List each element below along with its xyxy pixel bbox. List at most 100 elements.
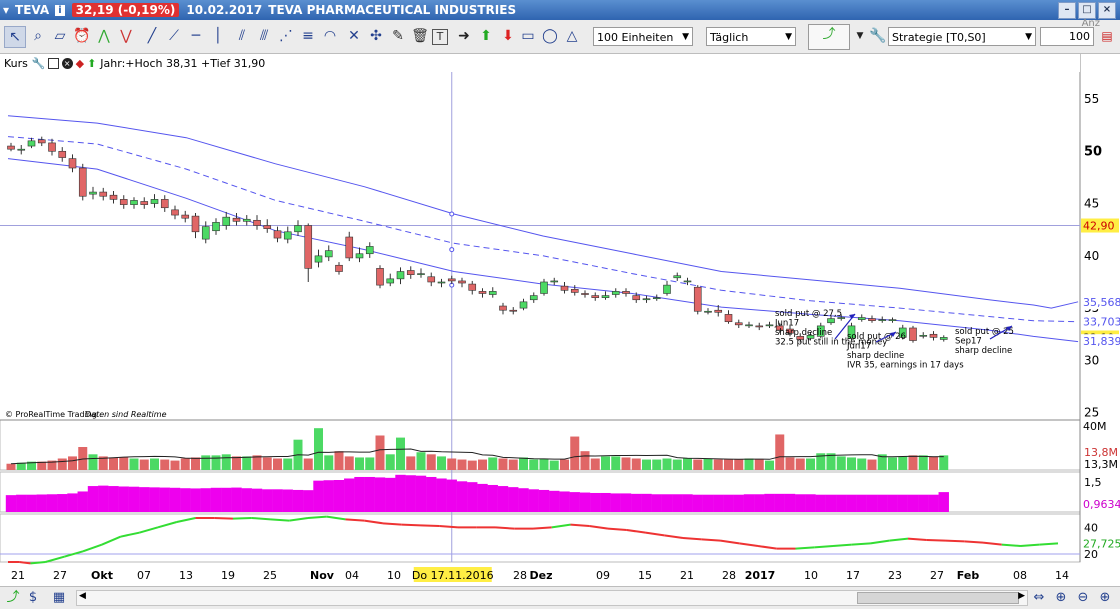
- candle: [17, 148, 26, 151]
- strategy-select[interactable]: Strategie [T0,S0] ▼: [888, 27, 1036, 46]
- scroll-left-icon[interactable]: ◀: [79, 591, 86, 601]
- order-icon[interactable]: ▤: [1097, 26, 1117, 46]
- fibonacci-icon[interactable]: ≡: [298, 26, 318, 46]
- ray-icon[interactable]: ⟋: [164, 26, 184, 46]
- chevron-down-icon[interactable]: ▾: [3, 3, 9, 17]
- units-select[interactable]: 100 Einheiten ▼: [593, 27, 693, 46]
- candle: [324, 250, 333, 258]
- close-icon[interactable]: ×: [61, 57, 73, 69]
- zoom-icon[interactable]: ⌕: [28, 26, 48, 46]
- volume-bar: [252, 455, 262, 470]
- zoom-fit-icon[interactable]: ⊕: [1052, 589, 1070, 607]
- candle: [437, 281, 446, 284]
- vertical-line-icon[interactable]: │: [208, 26, 228, 46]
- y-tick-label: 40: [1084, 249, 1099, 263]
- candle: [37, 139, 46, 144]
- window-icon[interactable]: [47, 57, 59, 69]
- indicator-label: 0,9634: [1083, 498, 1120, 511]
- channel-icon[interactable]: ⫽: [232, 26, 252, 46]
- horizontal-scrollbar[interactable]: ◀ ▶: [76, 590, 1028, 606]
- candle: [683, 280, 692, 283]
- volume-bar: [713, 459, 723, 470]
- footer-bar: ⤴ $ ▦ ◀ ▶ ⇔ ⊕ ⊖ ⊕: [0, 586, 1120, 609]
- indicators-icon[interactable]: ⤴: [808, 24, 850, 50]
- ruler-icon[interactable]: ▱: [50, 26, 70, 46]
- line-icon[interactable]: ╱: [142, 26, 162, 46]
- y-tick-label: 45: [1084, 197, 1099, 211]
- volume-bar: [88, 454, 98, 470]
- trend-up-icon[interactable]: ⋀: [94, 26, 114, 46]
- period-select[interactable]: Täglich ▼: [706, 27, 796, 46]
- indicator-bar: [46, 494, 58, 512]
- chart-area[interactable]: 2530354045505542,9035,56833,70332,1931,8…: [0, 54, 1120, 585]
- candle: [673, 275, 682, 279]
- arrow-right-icon[interactable]: ➜: [454, 26, 474, 46]
- x-tick-label: 21: [11, 569, 25, 582]
- candle: [406, 270, 415, 275]
- horizontal-line-icon[interactable]: ─: [186, 26, 206, 46]
- indicator-bar: [231, 487, 242, 512]
- indicator-bar: [210, 487, 222, 512]
- indicator-bar: [825, 494, 837, 512]
- rectangle-icon[interactable]: ▭: [518, 26, 538, 46]
- calculator-icon[interactable]: ▦: [50, 589, 68, 607]
- text-icon[interactable]: T: [432, 29, 448, 45]
- oscillator-segment: [832, 543, 852, 547]
- candle: [929, 333, 938, 338]
- candle: [745, 324, 753, 327]
- watermark: © ProRealTime Trading: [5, 410, 97, 419]
- wrench-icon[interactable]: 🔧: [32, 57, 46, 70]
- x-tick-label: Feb: [957, 569, 980, 582]
- oscillator-segment: [19, 561, 31, 565]
- arrow-up-icon[interactable]: ⬆: [87, 57, 96, 70]
- candle: [591, 295, 600, 298]
- arrow-up-icon[interactable]: ⬆: [476, 26, 496, 46]
- indicator-bar: [262, 489, 273, 512]
- indicator-bar: [887, 494, 898, 512]
- regression-icon[interactable]: ⫻: [254, 26, 274, 46]
- oscillator-tick-label: 40: [1084, 521, 1098, 534]
- indicator-bar: [354, 476, 365, 512]
- zoom-out-icon[interactable]: ⊖: [1074, 589, 1092, 607]
- wrench-icon[interactable]: ✎: [388, 26, 408, 46]
- gann-icon[interactable]: ✣: [366, 26, 386, 46]
- indicator-bar: [836, 494, 847, 512]
- trash-icon[interactable]: 🗑: [410, 26, 430, 46]
- candle: [601, 295, 610, 298]
- close-icon[interactable]: ×: [1098, 2, 1116, 19]
- alert-icon[interactable]: ◆: [76, 57, 84, 70]
- indicator-bar: [795, 494, 806, 512]
- pointer-icon[interactable]: ↖: [4, 26, 26, 48]
- x-tick-label: 14: [1055, 569, 1069, 582]
- alarm-icon[interactable]: ⏰: [72, 26, 92, 46]
- zoom-in-icon[interactable]: ⊕: [1096, 589, 1114, 607]
- quantity-input[interactable]: [1040, 27, 1094, 46]
- chevron-down-icon[interactable]: ▼: [850, 26, 870, 46]
- indicator-bar: [313, 480, 324, 512]
- arrow-down-icon[interactable]: ⬇: [498, 26, 518, 46]
- annotation-text: Jun17: [774, 319, 799, 329]
- trend-down-icon[interactable]: ⋁: [116, 26, 136, 46]
- minimize-icon[interactable]: –: [1058, 2, 1076, 19]
- candle: [488, 291, 497, 295]
- info-icon[interactable]: i: [55, 4, 65, 16]
- scrollbar-thumb[interactable]: [857, 592, 1019, 604]
- fit-icon[interactable]: ⇔: [1030, 589, 1048, 607]
- chart-type-icon[interactable]: ⤴: [4, 589, 22, 607]
- cross-arrows-icon[interactable]: ✕: [344, 26, 364, 46]
- ellipse-icon[interactable]: ◯: [540, 26, 560, 46]
- x-tick-label: 04: [345, 569, 359, 582]
- indicator-bar: [344, 478, 355, 512]
- indicator-bar: [118, 486, 129, 512]
- dollar-icon[interactable]: $: [24, 589, 42, 607]
- andrews-icon[interactable]: ⋰: [276, 26, 296, 46]
- scroll-right-icon[interactable]: ▶: [1018, 591, 1025, 601]
- wrench-icon[interactable]: 🔧: [868, 26, 888, 46]
- fan-icon[interactable]: ◠: [320, 26, 340, 46]
- triangle-icon[interactable]: △: [562, 26, 582, 46]
- maximize-icon[interactable]: □: [1078, 2, 1096, 19]
- chart-header: Kurs 🔧 × ◆ ⬆ Jahr:+Hoch 38,31 +Tief 31,9…: [0, 54, 1080, 72]
- price-badge: 32,19 (-0,19%): [71, 3, 180, 17]
- candle: [714, 309, 723, 313]
- indicator-bar: [651, 494, 662, 512]
